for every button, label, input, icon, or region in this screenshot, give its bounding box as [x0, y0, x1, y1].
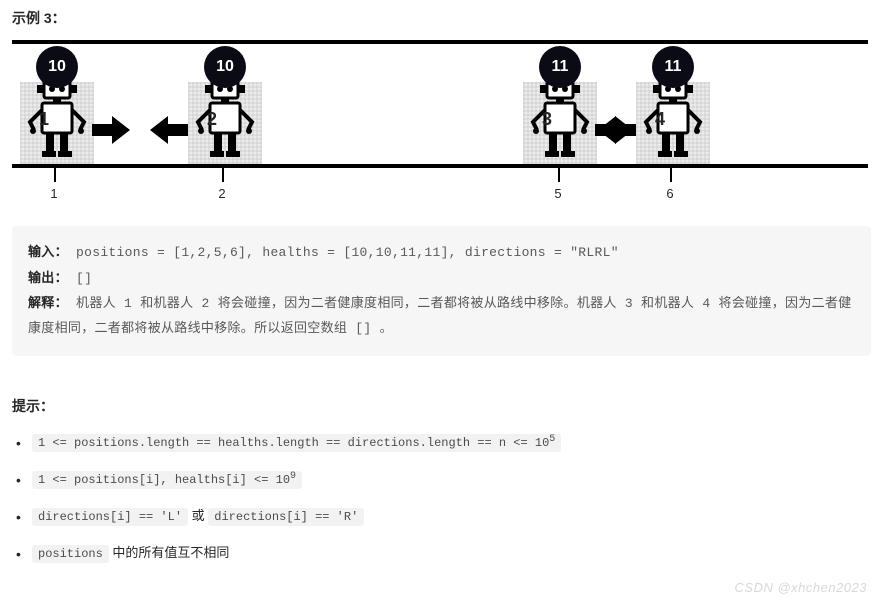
tick-label: 2	[218, 186, 225, 201]
tick-label: 5	[554, 186, 561, 201]
hint-item: 1 <= positions.length == healths.length …	[16, 432, 871, 453]
hint-code: positions	[32, 545, 109, 563]
hints-title: 提示：	[12, 396, 871, 416]
example-title: 示例 3：	[12, 8, 871, 28]
robot-1: 10 1	[12, 44, 122, 164]
position-axis: 1 2 5 6	[12, 168, 868, 208]
hint-item: directions[i] == 'L' 或 directions[i] == …	[16, 506, 871, 527]
health-badge: 10	[204, 46, 246, 88]
output-label: 输出：	[28, 270, 68, 285]
health-badge: 10	[36, 46, 78, 88]
explain-label: 解释：	[28, 295, 68, 310]
example-io-box: 输入： positions = [1,2,5,6], healths = [10…	[12, 226, 871, 356]
arrow-right-icon	[92, 116, 130, 144]
hint-code: directions[i] == 'L'	[32, 508, 188, 526]
explain-text: 机器人 1 和机器人 2 将会碰撞，因为二者健康度相同，二者都将被从路线中移除。…	[28, 296, 852, 336]
arrow-left-icon	[598, 116, 636, 144]
robot-id: 4	[655, 109, 665, 130]
hint-item: 1 <= positions[i], healths[i] <= 109	[16, 469, 871, 490]
robot-id: 2	[207, 109, 217, 130]
robot-2: 10 2	[180, 44, 290, 164]
arrow-left-icon	[150, 116, 188, 144]
hints-list: 1 <= positions.length == healths.length …	[12, 432, 871, 565]
robot-diagram: 10 1 10 2 11 3 11 4 1 2 5	[12, 40, 871, 208]
hint-code: 1 <= positions[i], healths[i] <= 109	[32, 471, 302, 489]
robot-id: 1	[39, 109, 49, 130]
hint-code: 1 <= positions.length == healths.length …	[32, 434, 561, 452]
input-text: positions = [1,2,5,6], healths = [10,10,…	[76, 245, 619, 260]
watermark: CSDN @xhchen2023	[735, 580, 867, 595]
robot-3: 11 3	[515, 44, 625, 164]
output-text: []	[76, 271, 92, 286]
tick-label: 6	[666, 186, 673, 201]
hint-item: positions 中的所有值互不相同	[16, 543, 871, 564]
input-label: 输入：	[28, 244, 68, 259]
health-badge: 11	[652, 46, 694, 88]
health-badge: 11	[539, 46, 581, 88]
hint-code: directions[i] == 'R'	[208, 508, 364, 526]
robot-id: 3	[542, 109, 552, 130]
robot-lane: 10 1 10 2 11 3 11 4	[12, 40, 868, 168]
tick-label: 1	[50, 186, 57, 201]
robot-4: 11 4	[628, 44, 738, 164]
